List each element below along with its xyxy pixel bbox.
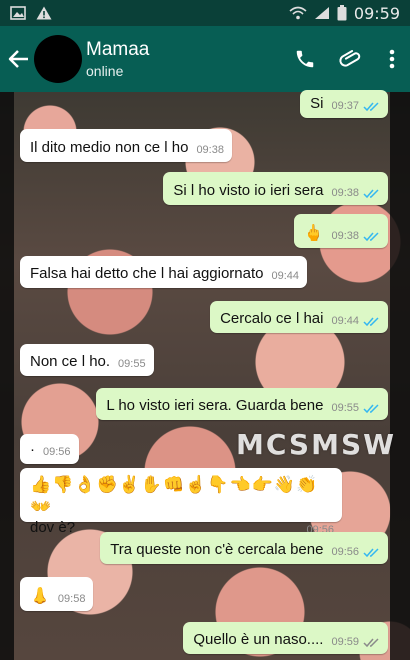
contact-status: online [86, 63, 124, 79]
message-text: · [30, 441, 35, 458]
message-text: Non ce l ho. [30, 353, 111, 370]
message-text: L ho visto ieri sera. Guarda bene [106, 397, 324, 414]
double-check-read-icon [363, 188, 379, 198]
double-check-delivered-icon [363, 637, 379, 647]
message-time: 09:56 [331, 546, 359, 558]
message-bubble-out[interactable]: Si l ho visto io ieri sera 09:38 [163, 172, 388, 205]
message-bubble-out[interactable]: Quello è un naso.... 09:59 [183, 622, 388, 654]
contact-name: Mamaa [86, 39, 150, 60]
status-time: 09:59 [353, 3, 400, 23]
more-vertical-icon [389, 49, 395, 69]
chat-header: Mamaa online [0, 26, 410, 92]
message-text: Si l ho visto io ieri sera [173, 182, 324, 199]
message-time: 09:38 [331, 230, 359, 242]
message-bubble-in[interactable]: 👃 09:58 [20, 577, 94, 611]
battery-icon [337, 5, 347, 21]
emoji-row: 👍👎👌✊✌✋👊☝👇👈👉👋👏👐 [30, 475, 319, 516]
message-time: 09:37 [331, 100, 359, 112]
message-text: dov è? [30, 519, 76, 536]
message-time: 09:59 [331, 636, 359, 648]
message-text: Si [310, 95, 324, 112]
attach-button[interactable] [328, 36, 374, 82]
avatar[interactable] [34, 35, 82, 83]
message-time: 09:58 [57, 593, 86, 605]
message-time: 09:44 [271, 270, 300, 282]
wifi-icon [289, 6, 307, 20]
menu-button[interactable] [374, 36, 410, 82]
message-bubble-out[interactable]: 🖕 09:38 [293, 214, 388, 248]
phone-icon [296, 50, 314, 68]
message-time: 09:56 [43, 446, 71, 458]
warning-icon [36, 6, 52, 20]
message-bubble-out[interactable]: L ho visto ieri sera. Guarda bene 09:55 [96, 388, 388, 420]
message-bubble-in[interactable]: Non ce l ho. 09:55 [20, 344, 154, 376]
message-time: 09:55 [118, 358, 146, 370]
double-check-read-icon [363, 403, 379, 413]
double-check-read-icon [363, 231, 379, 241]
message-bubble-in[interactable]: 👍👎👌✊✌✋👊☝👇👈👉👋👏👐 dov è? 09:56 [20, 468, 342, 536]
message-text: Quello è un naso.... [193, 631, 324, 648]
message-bubble-in[interactable]: Il dito medio non ce l ho 09:38 [20, 129, 232, 162]
double-check-read-icon [363, 316, 379, 326]
emoji-message: 👃 [30, 588, 50, 605]
arrow-left-icon [8, 50, 28, 68]
double-check-read-icon [363, 547, 379, 557]
contact-info[interactable]: Mamaa online [86, 39, 149, 79]
message-time: 09:38 [331, 187, 359, 199]
emoji-message: 🖕 [303, 225, 324, 242]
image-notification-icon [10, 6, 26, 20]
message-time: 09:55 [331, 402, 359, 414]
signal-icon [314, 7, 329, 19]
message-bubble-out[interactable]: Si 09:37 [300, 90, 388, 118]
message-text: Tra queste non c'è cercala bene [110, 541, 324, 558]
back-button[interactable] [4, 39, 34, 79]
message-bubble-in[interactable]: Falsa hai detto che l hai aggiornato 09:… [20, 256, 308, 288]
message-text: Il dito medio non ce l ho [30, 139, 189, 156]
message-time: 09:44 [331, 315, 359, 327]
message-bubble-out[interactable]: Tra queste non c'è cercala bene 09:56 [100, 532, 388, 564]
watermark-text: MCSMSW [236, 428, 397, 461]
message-time: 09:38 [196, 144, 224, 156]
message-text: Falsa hai detto che l hai aggiornato [30, 265, 264, 282]
message-text: Cercalo ce l hai [220, 310, 324, 327]
message-bubble-in[interactable]: · 09:56 [20, 434, 79, 464]
double-check-read-icon [363, 101, 379, 111]
paperclip-icon [339, 50, 361, 67]
call-button[interactable] [282, 36, 328, 82]
message-bubble-out[interactable]: Cercalo ce l hai 09:44 [210, 301, 388, 333]
status-bar: 09:59 [0, 0, 410, 26]
